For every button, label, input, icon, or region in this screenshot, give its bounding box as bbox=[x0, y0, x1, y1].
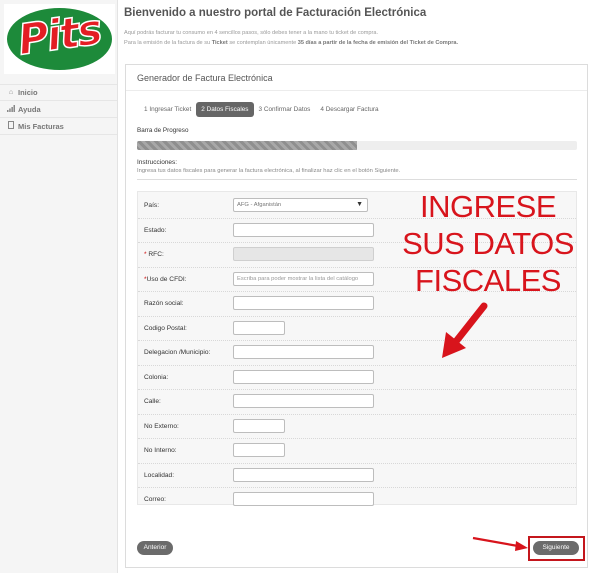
required-asterisk: * bbox=[144, 251, 147, 258]
divider bbox=[126, 90, 587, 91]
brand-logo[interactable]: Pits bbox=[4, 4, 115, 74]
form-row-correo: Correo: bbox=[138, 488, 576, 513]
no-interno-label: No Interno: bbox=[144, 447, 177, 454]
annotation-arrow-icon bbox=[442, 302, 488, 358]
correo-label: Correo: bbox=[144, 496, 166, 503]
localidad-input[interactable] bbox=[233, 467, 374, 482]
intro-line-2: Para la emisión de la factura de su Tick… bbox=[124, 38, 458, 48]
instructions-text: Ingresa tus datos fiscales para generar … bbox=[137, 168, 401, 174]
document-icon bbox=[6, 121, 16, 131]
calle-label: Calle: bbox=[144, 398, 161, 405]
colonia-input[interactable] bbox=[233, 369, 374, 384]
no-interno-input[interactable] bbox=[233, 443, 285, 457]
progress-bar bbox=[137, 141, 577, 150]
no-externo-input[interactable] bbox=[233, 418, 285, 433]
previous-button[interactable]: Anterior bbox=[137, 541, 173, 555]
sidebar-item-mis-facturas[interactable]: Mis Facturas bbox=[0, 118, 117, 135]
delegacion-input[interactable] bbox=[233, 345, 374, 359]
annotation-callout: INGRESE SUS DATOS FISCALES bbox=[390, 188, 586, 299]
rfc-label: * RFC: bbox=[144, 251, 164, 258]
codigo-postal-input[interactable] bbox=[233, 320, 285, 335]
panel-title: Generador de Factura Electrónica bbox=[137, 73, 273, 83]
intro-line-2-pre: Para la emisión de la factura de su bbox=[124, 40, 212, 46]
colonia-label: Colonia: bbox=[144, 373, 169, 381]
cfdi-input[interactable]: Escriba para poder mostrar la lista del … bbox=[233, 271, 374, 286]
form-row-calle: Calle: bbox=[138, 390, 576, 415]
progress-fill bbox=[137, 141, 357, 150]
form-row-localidad: Localidad: bbox=[138, 464, 576, 488]
tab-confirmar-datos[interactable]: 3 Confirmar Datos bbox=[254, 102, 316, 117]
page-title: Bienvenido a nuestro portal de Facturaci… bbox=[124, 7, 427, 19]
sidebar-item-ayuda[interactable]: Ayuda bbox=[0, 101, 117, 118]
invoice-generator-panel: Generador de Factura Electrónica 1 Ingre… bbox=[125, 64, 588, 568]
sidebar-item-inicio[interactable]: ⌂ Inicio bbox=[0, 84, 117, 101]
sidebar-item-label: Inicio bbox=[18, 88, 38, 97]
calle-input[interactable] bbox=[233, 394, 374, 408]
annotation-line-1: INGRESE bbox=[419, 189, 557, 224]
razon-social-label: Razón social: bbox=[144, 300, 184, 307]
pais-select[interactable]: AFG - Afganistán ▼ bbox=[233, 198, 368, 212]
pais-value: AFG - Afganistán bbox=[237, 202, 282, 208]
intro-text: Aquí podrás facturar tu consumo en 4 sen… bbox=[124, 28, 458, 48]
tab-descargar-factura[interactable]: 4 Descargar Factura bbox=[315, 102, 383, 117]
form-row-no-externo: No Externo: bbox=[138, 415, 576, 439]
annotation-line-3: FISCALES bbox=[415, 263, 561, 298]
tab-ingresar-ticket[interactable]: 1 Ingresar Ticket bbox=[139, 102, 196, 117]
divider bbox=[137, 179, 577, 180]
form-row-codigo-postal: Codigo Postal: bbox=[138, 317, 576, 341]
intro-line-2-bold: 35 días a partir de la fecha de emisión … bbox=[297, 40, 459, 46]
rfc-label-text: RFC: bbox=[148, 251, 164, 258]
wizard-steps: 1 Ingresar Ticket 2 Datos Fiscales 3 Con… bbox=[139, 102, 384, 117]
sidebar-item-label: Mis Facturas bbox=[18, 121, 64, 131]
sidebar-item-label: Ayuda bbox=[18, 104, 41, 114]
rfc-input[interactable] bbox=[233, 247, 374, 261]
instructions-label: Instrucciones: bbox=[137, 159, 178, 166]
estado-input[interactable] bbox=[233, 222, 374, 237]
correo-input[interactable] bbox=[233, 492, 374, 506]
no-externo-label: No Externo: bbox=[144, 422, 179, 430]
annotation-arrow-icon bbox=[472, 536, 528, 551]
sidebar: Pits ⌂ Inicio Ayuda Mis Facturas bbox=[0, 0, 118, 573]
intro-line-2-ticket: Ticket bbox=[211, 40, 228, 46]
cfdi-placeholder: Escriba para poder mostrar la lista del … bbox=[237, 275, 359, 282]
form-row-delegacion: Delegacion /Municipio: bbox=[138, 341, 576, 366]
sidebar-nav: ⌂ Inicio Ayuda Mis Facturas bbox=[0, 84, 117, 135]
cfdi-label: *Uso de CFDI: bbox=[144, 276, 187, 283]
home-icon: ⌂ bbox=[8, 89, 14, 96]
razon-social-input[interactable] bbox=[233, 296, 374, 310]
intro-line-2-mid: se contemplan únicamente bbox=[227, 40, 298, 46]
caret-down-icon: ▼ bbox=[356, 201, 363, 208]
form-row-colonia: Colonia: bbox=[138, 366, 576, 390]
cfdi-label-text: Uso de CFDI: bbox=[146, 275, 187, 283]
estado-label: Estado: bbox=[144, 226, 167, 234]
tab-datos-fiscales[interactable]: 2 Datos Fiscales bbox=[196, 102, 254, 117]
annotation-line-2: SUS DATOS bbox=[402, 226, 574, 261]
signal-icon bbox=[6, 104, 16, 114]
form-row-no-interno: No Interno: bbox=[138, 439, 576, 464]
intro-line-1: Aquí podrás facturar tu consumo en 4 sen… bbox=[124, 30, 379, 36]
pais-label: País: bbox=[144, 202, 160, 209]
localidad-label: Localidad: bbox=[144, 471, 175, 479]
codigo-postal-label: Codigo Postal: bbox=[144, 324, 187, 332]
next-button[interactable]: Siguiente bbox=[533, 541, 579, 555]
progress-label: Barra de Progreso bbox=[137, 127, 189, 134]
delegacion-label: Delegacion /Municipio: bbox=[144, 349, 211, 356]
